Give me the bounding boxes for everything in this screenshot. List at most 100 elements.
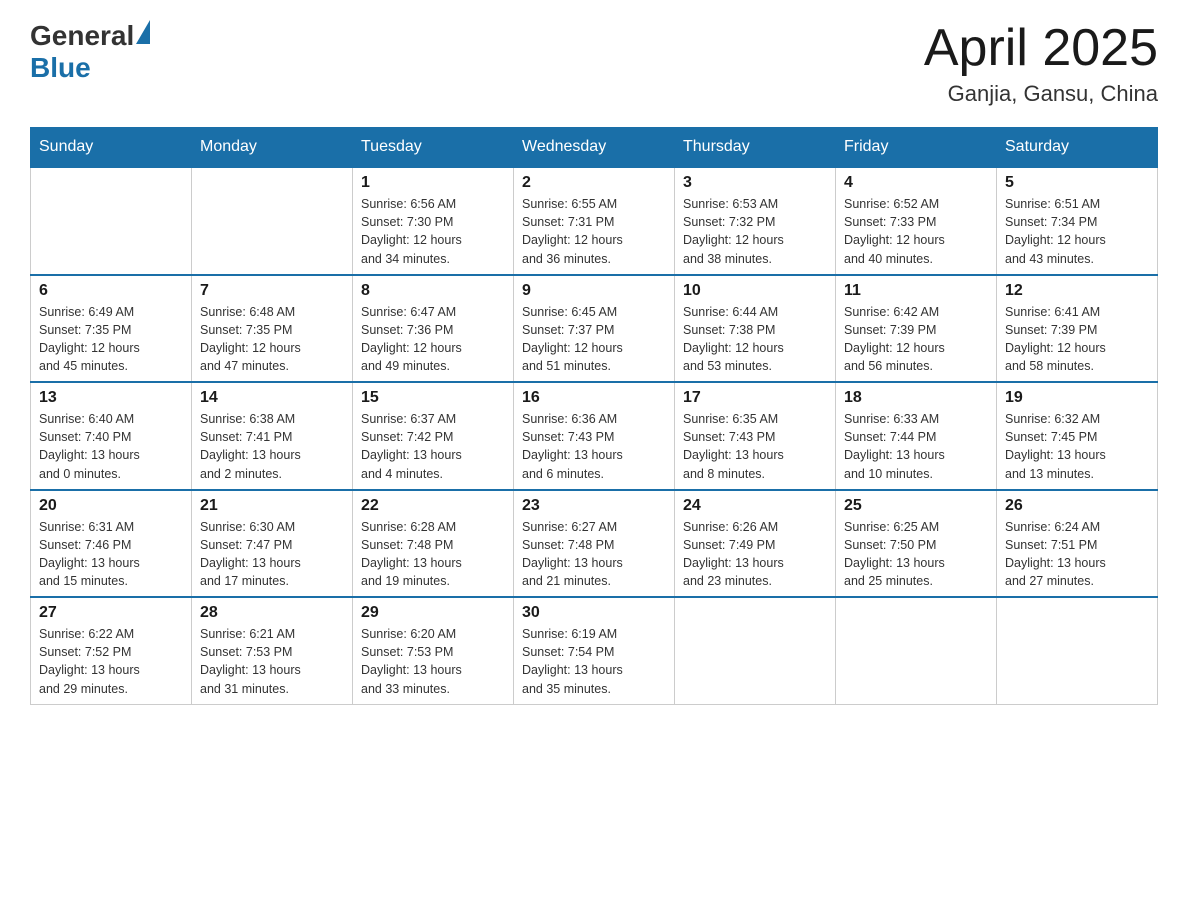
weekday-header-monday: Monday <box>192 128 353 168</box>
calendar-cell: 6 Sunrise: 6:49 AMSunset: 7:35 PMDaylight… <box>31 275 192 383</box>
logo-triangle-icon <box>136 20 150 44</box>
weekday-header-wednesday: Wednesday <box>514 128 675 168</box>
calendar-cell: 17 Sunrise: 6:35 AMSunset: 7:43 PMDayligh… <box>675 382 836 490</box>
calendar-cell <box>192 167 353 275</box>
day-number: 29 <box>361 604 505 622</box>
calendar-subtitle: Ganjia, Gansu, China <box>924 81 1158 107</box>
day-number: 30 <box>522 604 666 622</box>
day-info: Sunrise: 6:42 AMSunset: 7:39 PMDaylight:… <box>844 303 988 376</box>
calendar-cell: 27Sunrise: 6:22 AMSunset: 7:52 PMDayligh… <box>31 597 192 704</box>
day-info: Sunrise: 6:30 AMSunset: 7:47 PMDaylight:… <box>200 518 344 591</box>
day-number: 9 <box>522 282 666 300</box>
day-info: Sunrise: 6:25 AMSunset: 7:50 PMDaylight:… <box>844 518 988 591</box>
calendar-cell: 11 Sunrise: 6:42 AMSunset: 7:39 PMDayligh… <box>836 275 997 383</box>
calendar-cell: 23 Sunrise: 6:27 AMSunset: 7:48 PMDayligh… <box>514 490 675 598</box>
calendar-week-5: 27Sunrise: 6:22 AMSunset: 7:52 PMDayligh… <box>31 597 1158 704</box>
day-number: 13 <box>39 389 183 407</box>
day-info: Sunrise: 6:45 AMSunset: 7:37 PMDaylight:… <box>522 303 666 376</box>
weekday-header-saturday: Saturday <box>997 128 1158 168</box>
calendar-cell: 4Sunrise: 6:52 AMSunset: 7:33 PMDaylight… <box>836 167 997 275</box>
weekday-header-row: SundayMondayTuesdayWednesdayThursdayFrid… <box>31 128 1158 168</box>
day-info: Sunrise: 6:27 AMSunset: 7:48 PMDaylight:… <box>522 518 666 591</box>
calendar-title: April 2025 <box>924 20 1158 77</box>
day-info: Sunrise: 6:38 AMSunset: 7:41 PMDaylight:… <box>200 410 344 483</box>
calendar-cell: 9 Sunrise: 6:45 AMSunset: 7:37 PMDaylight… <box>514 275 675 383</box>
calendar-cell <box>997 597 1158 704</box>
calendar-cell: 29 Sunrise: 6:20 AMSunset: 7:53 PMDayligh… <box>353 597 514 704</box>
day-number: 6 <box>39 282 183 300</box>
day-number: 18 <box>844 389 988 407</box>
day-info: Sunrise: 6:35 AMSunset: 7:43 PMDaylight:… <box>683 410 827 483</box>
day-info: Sunrise: 6:21 AMSunset: 7:53 PMDaylight:… <box>200 625 344 698</box>
day-number: 17 <box>683 389 827 407</box>
calendar-cell: 28 Sunrise: 6:21 AMSunset: 7:53 PMDayligh… <box>192 597 353 704</box>
calendar-cell: 8Sunrise: 6:47 AMSunset: 7:36 PMDaylight… <box>353 275 514 383</box>
day-number: 1 <box>361 174 505 192</box>
calendar-cell: 7 Sunrise: 6:48 AMSunset: 7:35 PMDaylight… <box>192 275 353 383</box>
page-header: General Blue April 2025 Ganjia, Gansu, C… <box>30 20 1158 107</box>
day-info: Sunrise: 6:48 AMSunset: 7:35 PMDaylight:… <box>200 303 344 376</box>
day-number: 21 <box>200 497 344 515</box>
day-number: 4 <box>844 174 988 192</box>
calendar-week-3: 13 Sunrise: 6:40 AMSunset: 7:40 PMDayligh… <box>31 382 1158 490</box>
day-number: 10 <box>683 282 827 300</box>
weekday-header-friday: Friday <box>836 128 997 168</box>
calendar-cell: 3 Sunrise: 6:53 AMSunset: 7:32 PMDaylight… <box>675 167 836 275</box>
day-number: 19 <box>1005 389 1149 407</box>
title-section: April 2025 Ganjia, Gansu, China <box>924 20 1158 107</box>
logo-wrapper: General Blue <box>30 20 150 84</box>
day-number: 11 <box>844 282 988 300</box>
calendar-cell <box>836 597 997 704</box>
calendar-cell: 24 Sunrise: 6:26 AMSunset: 7:49 PMDayligh… <box>675 490 836 598</box>
day-info: Sunrise: 6:33 AMSunset: 7:44 PMDaylight:… <box>844 410 988 483</box>
day-info: Sunrise: 6:44 AMSunset: 7:38 PMDaylight:… <box>683 303 827 376</box>
calendar-cell: 13 Sunrise: 6:40 AMSunset: 7:40 PMDayligh… <box>31 382 192 490</box>
calendar-cell: 26Sunrise: 6:24 AMSunset: 7:51 PMDayligh… <box>997 490 1158 598</box>
day-info: Sunrise: 6:51 AMSunset: 7:34 PMDaylight:… <box>1005 195 1149 268</box>
calendar-cell <box>675 597 836 704</box>
calendar-cell: 1 Sunrise: 6:56 AMSunset: 7:30 PMDaylight… <box>353 167 514 275</box>
calendar-cell: 22Sunrise: 6:28 AMSunset: 7:48 PMDayligh… <box>353 490 514 598</box>
day-info: Sunrise: 6:32 AMSunset: 7:45 PMDaylight:… <box>1005 410 1149 483</box>
logo-line1: General <box>30 20 150 52</box>
day-info: Sunrise: 6:20 AMSunset: 7:53 PMDaylight:… <box>361 625 505 698</box>
day-number: 23 <box>522 497 666 515</box>
logo-general-text: General <box>30 20 134 52</box>
day-info: Sunrise: 6:56 AMSunset: 7:30 PMDaylight:… <box>361 195 505 268</box>
day-number: 20 <box>39 497 183 515</box>
logo-blue-text: Blue <box>30 52 150 84</box>
day-number: 2 <box>522 174 666 192</box>
calendar-cell: 18 Sunrise: 6:33 AMSunset: 7:44 PMDayligh… <box>836 382 997 490</box>
day-number: 24 <box>683 497 827 515</box>
calendar-body: 1 Sunrise: 6:56 AMSunset: 7:30 PMDaylight… <box>31 167 1158 704</box>
day-number: 14 <box>200 389 344 407</box>
day-number: 28 <box>200 604 344 622</box>
day-number: 5 <box>1005 174 1149 192</box>
day-number: 25 <box>844 497 988 515</box>
calendar-cell: 20Sunrise: 6:31 AMSunset: 7:46 PMDayligh… <box>31 490 192 598</box>
calendar-cell <box>31 167 192 275</box>
day-info: Sunrise: 6:53 AMSunset: 7:32 PMDaylight:… <box>683 195 827 268</box>
day-info: Sunrise: 6:41 AMSunset: 7:39 PMDaylight:… <box>1005 303 1149 376</box>
calendar-cell: 12Sunrise: 6:41 AMSunset: 7:39 PMDayligh… <box>997 275 1158 383</box>
day-info: Sunrise: 6:37 AMSunset: 7:42 PMDaylight:… <box>361 410 505 483</box>
day-info: Sunrise: 6:26 AMSunset: 7:49 PMDaylight:… <box>683 518 827 591</box>
calendar-week-4: 20Sunrise: 6:31 AMSunset: 7:46 PMDayligh… <box>31 490 1158 598</box>
day-number: 3 <box>683 174 827 192</box>
day-info: Sunrise: 6:22 AMSunset: 7:52 PMDaylight:… <box>39 625 183 698</box>
day-info: Sunrise: 6:49 AMSunset: 7:35 PMDaylight:… <box>39 303 183 376</box>
weekday-header-tuesday: Tuesday <box>353 128 514 168</box>
calendar-cell: 25 Sunrise: 6:25 AMSunset: 7:50 PMDayligh… <box>836 490 997 598</box>
day-info: Sunrise: 6:40 AMSunset: 7:40 PMDaylight:… <box>39 410 183 483</box>
day-number: 15 <box>361 389 505 407</box>
day-number: 7 <box>200 282 344 300</box>
logo: General Blue <box>30 20 150 84</box>
calendar-week-2: 6 Sunrise: 6:49 AMSunset: 7:35 PMDaylight… <box>31 275 1158 383</box>
day-info: Sunrise: 6:36 AMSunset: 7:43 PMDaylight:… <box>522 410 666 483</box>
calendar-cell: 21 Sunrise: 6:30 AMSunset: 7:47 PMDayligh… <box>192 490 353 598</box>
calendar-header: SundayMondayTuesdayWednesdayThursdayFrid… <box>31 128 1158 168</box>
day-info: Sunrise: 6:55 AMSunset: 7:31 PMDaylight:… <box>522 195 666 268</box>
day-info: Sunrise: 6:28 AMSunset: 7:48 PMDaylight:… <box>361 518 505 591</box>
day-number: 26 <box>1005 497 1149 515</box>
calendar-cell: 15 Sunrise: 6:37 AMSunset: 7:42 PMDayligh… <box>353 382 514 490</box>
